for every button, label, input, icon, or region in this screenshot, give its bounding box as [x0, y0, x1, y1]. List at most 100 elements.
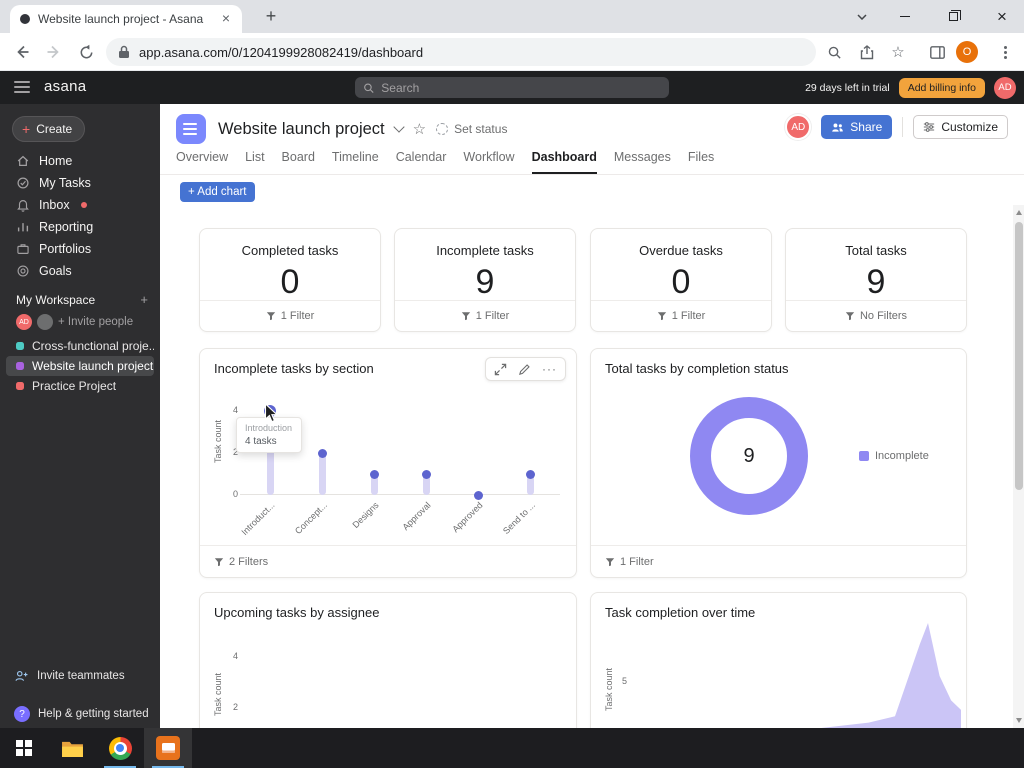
windows-taskbar	[0, 728, 1024, 768]
sidebar-item-portfolios[interactable]: Portfolios	[0, 238, 160, 260]
browser-profile-avatar[interactable]: O	[956, 41, 978, 63]
chrome-taskbar-button[interactable]	[96, 728, 144, 768]
legend-swatch	[859, 451, 869, 461]
sidebar-toggle-icon[interactable]	[14, 81, 30, 93]
sidebar-item-home[interactable]: Home	[0, 150, 160, 172]
tab-close-icon[interactable]: ×	[218, 11, 234, 27]
tab-board[interactable]: Board	[282, 150, 315, 174]
share-button[interactable]: Share	[821, 115, 893, 139]
tab-workflow[interactable]: Workflow	[463, 150, 514, 174]
x-axis-label: Concept...	[292, 500, 330, 537]
window-minimize-button[interactable]	[888, 0, 922, 33]
tab-dashboard[interactable]: Dashboard	[531, 150, 597, 174]
y-tick: 4	[232, 651, 238, 661]
lollipop-dot[interactable]	[525, 469, 535, 479]
bookmark-star-icon[interactable]: ☆	[887, 41, 909, 63]
browser-tab-title: Website launch project - Asana	[38, 12, 204, 26]
share-page-icon[interactable]	[856, 41, 878, 63]
sidebar-item-my-tasks[interactable]: My Tasks	[0, 172, 160, 194]
chart-card-upcoming-by-assignee: Upcoming tasks by assignee Task count 4 …	[199, 592, 577, 728]
window-restore-button[interactable]	[936, 0, 970, 33]
y-tick: 5	[621, 676, 627, 686]
start-button[interactable]	[0, 728, 48, 768]
edit-pencil-icon[interactable]	[518, 363, 531, 376]
x-axis-label: Approval	[400, 500, 434, 533]
more-options-icon[interactable]: ···	[542, 362, 557, 376]
briefcase-icon	[17, 244, 29, 254]
lens-search-icon[interactable]	[823, 41, 845, 63]
lollipop-dot[interactable]	[473, 490, 483, 500]
tab-calendar[interactable]: Calendar	[396, 150, 447, 174]
project-list-icon[interactable]	[176, 114, 206, 144]
x-axis-line	[240, 494, 560, 495]
global-search[interactable]	[355, 77, 669, 98]
tab-search-chevron-icon[interactable]	[845, 0, 879, 33]
lollipop-dot[interactable]	[421, 469, 431, 479]
asana-favicon-icon	[20, 14, 30, 24]
sidebar-item-reporting[interactable]: Reporting	[0, 216, 160, 238]
sliders-icon	[924, 122, 935, 132]
chart-card-completion-status: Total tasks by completion status 9 Incom…	[590, 348, 967, 578]
reload-button[interactable]	[74, 40, 98, 64]
invite-people-link[interactable]: + Invite people	[58, 316, 133, 328]
browser-menu-icon[interactable]	[994, 41, 1016, 63]
project-title-chevron-icon[interactable]	[392, 121, 405, 133]
workspace-section-header[interactable]: My Workspace +	[16, 292, 148, 307]
forward-button[interactable]	[42, 40, 66, 64]
scroll-down-arrow[interactable]	[1013, 714, 1024, 727]
sidebar-item-inbox[interactable]: Inbox	[0, 194, 160, 216]
lollipop-stem	[318, 453, 326, 495]
side-panel-icon[interactable]	[926, 41, 948, 63]
check-circle-icon	[17, 177, 29, 189]
workspace-member-avatar[interactable]: AD	[16, 314, 32, 330]
add-billing-button[interactable]: Add billing info	[898, 77, 985, 98]
project-color-dot	[16, 382, 24, 390]
stat-card-incomplete: Incomplete tasks 9 1 Filter	[394, 228, 576, 332]
browser-addressbar: app.asana.com/0/1204199928082419/dashboa…	[0, 33, 1024, 71]
tab-timeline[interactable]: Timeline	[332, 150, 379, 174]
chart-card-completion-over-time: Task completion over time Task count 5	[590, 592, 967, 728]
lollipop-dot[interactable]	[317, 448, 327, 458]
url-omnibox[interactable]: app.asana.com/0/1204199928082419/dashboa…	[106, 38, 816, 66]
new-tab-button[interactable]: +	[258, 5, 284, 29]
set-status-button[interactable]: Set status	[436, 122, 507, 136]
tab-list[interactable]: List	[245, 150, 264, 174]
sidebar-project-practice[interactable]: Practice Project	[6, 376, 154, 396]
invite-teammates-button[interactable]: Invite teammates	[0, 664, 160, 688]
scroll-up-arrow[interactable]	[1013, 206, 1024, 219]
customize-button[interactable]: Customize	[913, 115, 1008, 139]
search-input[interactable]	[381, 80, 661, 95]
search-icon	[364, 82, 374, 93]
window-close-button[interactable]: ×	[983, 0, 1021, 33]
browser-tab[interactable]: Website launch project - Asana ×	[10, 5, 242, 33]
lollipop-dot[interactable]	[369, 469, 379, 479]
project-color-dot	[16, 342, 24, 350]
filter-funnel-icon	[214, 557, 224, 566]
back-button[interactable]	[10, 40, 34, 64]
add-project-icon[interactable]: +	[140, 292, 148, 307]
create-button[interactable]: + Create	[12, 116, 86, 142]
member-avatar[interactable]: AD	[785, 114, 812, 140]
expand-icon[interactable]	[494, 363, 507, 376]
bell-icon	[17, 200, 29, 212]
filter-funnel-icon	[657, 312, 666, 321]
tab-files[interactable]: Files	[688, 150, 714, 174]
sidebar-project-website-launch[interactable]: Website launch project ···	[6, 356, 154, 376]
tab-overview[interactable]: Overview	[176, 150, 228, 174]
sidebar-project-cross-functional[interactable]: Cross-functional proje...	[6, 336, 154, 356]
sidebar-item-goals[interactable]: Goals	[0, 260, 160, 282]
filter-funnel-icon	[845, 312, 855, 321]
add-chart-button[interactable]: + Add chart	[180, 182, 255, 202]
inbox-notification-dot	[80, 202, 87, 208]
help-getting-started-button[interactable]: ? Help & getting started	[0, 702, 160, 726]
tab-messages[interactable]: Messages	[614, 150, 671, 174]
presentation-app-button[interactable]	[144, 728, 192, 768]
scrollbar-thumb[interactable]	[1014, 222, 1023, 490]
user-avatar[interactable]: AD	[994, 76, 1016, 99]
file-explorer-button[interactable]	[48, 728, 96, 768]
favorite-star-icon[interactable]: ☆	[413, 120, 426, 138]
chart-hover-toolbar: ···	[485, 357, 566, 381]
y-tick: 2	[232, 702, 238, 712]
vertical-scrollbar[interactable]	[1013, 205, 1024, 728]
folder-icon	[61, 741, 83, 757]
